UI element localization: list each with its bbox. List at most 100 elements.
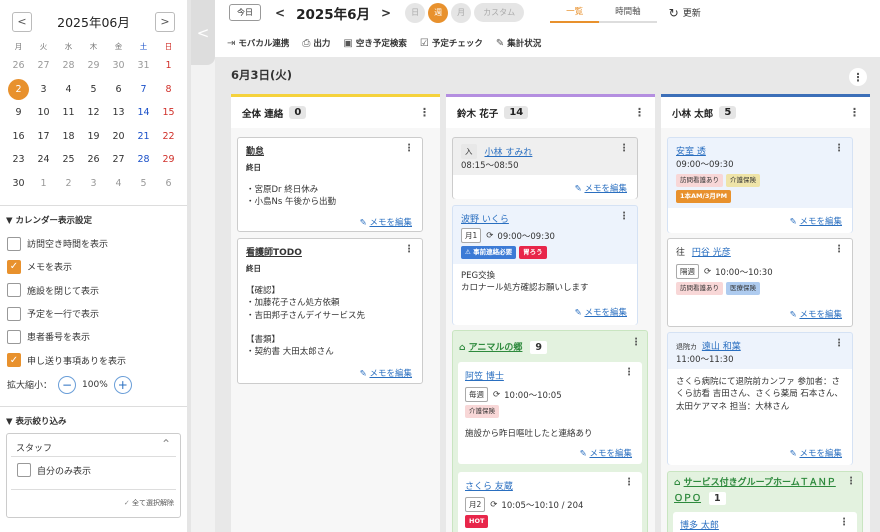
- option-handover[interactable]: ✓ 申し送り事項ありを表示: [0, 348, 187, 371]
- deselect-all-button[interactable]: ✓ 全て選択解除: [124, 498, 174, 508]
- prev-button[interactable]: <: [275, 6, 285, 20]
- group-menu-button[interactable]: ⋮: [846, 476, 856, 487]
- tab-timeline[interactable]: 時間軸: [599, 2, 657, 23]
- calendar-day[interactable]: 22: [156, 131, 181, 142]
- facility-name[interactable]: アニマルの郷: [469, 343, 523, 353]
- column-menu-button[interactable]: ⋮: [849, 106, 860, 119]
- zoom-in-button[interactable]: +: [113, 375, 132, 394]
- calendar-day[interactable]: 30: [106, 60, 131, 71]
- calendar-day[interactable]: 26: [6, 60, 31, 71]
- patient-name-link[interactable]: 阿笠 博士: [465, 369, 504, 382]
- facility-title[interactable]: ⌂ アニマルの郷 9: [459, 340, 548, 354]
- card-menu-button[interactable]: ⋮: [619, 143, 629, 154]
- edit-memo-link[interactable]: ✎ メモを編集: [575, 182, 627, 194]
- next-button[interactable]: >: [381, 6, 391, 20]
- group-menu-button[interactable]: ⋮: [631, 337, 641, 348]
- patient-name-link[interactable]: 円谷 光彦: [692, 248, 731, 258]
- calendar-day[interactable]: 5: [81, 84, 106, 95]
- zoom-out-button[interactable]: −: [58, 375, 77, 394]
- patient-name-link[interactable]: さくら 友蔵: [465, 479, 513, 492]
- option-one-line[interactable]: 予定を一行で表示: [0, 302, 187, 325]
- facility-title[interactable]: ⌂ サービス付きグループホームＴＡＮＰＯＰＯ 1: [674, 475, 844, 507]
- card-title[interactable]: 看護師TODO: [246, 245, 302, 258]
- calendar-day[interactable]: 17: [31, 131, 56, 142]
- calendar-day-selected[interactable]: 2: [8, 78, 29, 100]
- card-menu-button[interactable]: ⋮: [404, 244, 414, 255]
- calendar-day[interactable]: 15: [156, 107, 181, 118]
- card-menu-button[interactable]: ⋮: [834, 244, 844, 255]
- calendar-day[interactable]: 3: [81, 178, 106, 189]
- next-month-button[interactable]: >: [155, 11, 175, 32]
- visit-card[interactable]: 安室 透 ⋮ 09:00〜09:30 訪問看護あり 介護保険 1本AM/3月PM …: [667, 137, 853, 233]
- aggregate-link[interactable]: ✎ 集計状況: [496, 37, 541, 50]
- calendar-day[interactable]: 4: [106, 178, 131, 189]
- card-menu-button[interactable]: ⋮: [624, 477, 634, 488]
- visit-card[interactable]: 入小林 すみれ ⋮ 08:15〜08:50 ✎ メモを編集: [452, 137, 638, 199]
- option-show-memo[interactable]: ✓ メモを表示: [0, 255, 187, 278]
- tab-list[interactable]: 一覧: [550, 2, 600, 23]
- visit-card[interactable]: 波野 いくら ⋮ 月1 ⟳ 09:00〜09:30 ⚠ 事前連絡必要 胃ろう PEG交…: [452, 205, 638, 325]
- visit-card[interactable]: 阿笠 博士 ⋮ 毎週 ⟳ 10:00〜10:05 介護保険 施設から昨日嘔吐したと連…: [458, 362, 642, 464]
- edit-memo-link[interactable]: ✎ メモを編集: [580, 447, 632, 459]
- option-patient-number[interactable]: 患者番号を表示: [0, 325, 187, 348]
- card-menu-button[interactable]: ⋮: [619, 211, 629, 222]
- checkbox[interactable]: [7, 283, 21, 298]
- filter-title[interactable]: ▼ 表示絞り込み: [0, 407, 187, 433]
- calendar-day[interactable]: 31: [131, 60, 156, 71]
- settings-title[interactable]: ▼ カレンダー表示設定: [0, 206, 187, 232]
- patient-name-link[interactable]: 波野 いくら: [461, 212, 509, 225]
- calendar-day[interactable]: 8: [156, 84, 181, 95]
- custom-view-button[interactable]: カスタム: [474, 3, 525, 22]
- day-view-button[interactable]: 日: [405, 2, 426, 23]
- calendar-day[interactable]: 19: [81, 131, 106, 142]
- collapse-sidebar-button[interactable]: <: [191, 0, 215, 65]
- patient-name-link[interactable]: 安室 透: [676, 144, 706, 157]
- patient-name-link[interactable]: 遠山 和葉: [702, 342, 741, 352]
- calendar-day[interactable]: 7: [131, 84, 156, 95]
- calendar-day[interactable]: 18: [56, 131, 81, 142]
- visit-card[interactable]: さくら 友蔵 ⋮ 月2 ⟳ 10:05〜10:10 / 204 HOT: [458, 472, 642, 532]
- column-menu-button[interactable]: ⋮: [634, 106, 645, 119]
- today-button[interactable]: 今日: [229, 4, 261, 21]
- visit-card[interactable]: 博多 太郎 ⋮: [673, 512, 857, 532]
- edit-memo-link[interactable]: ✎ メモを編集: [360, 216, 412, 228]
- edit-memo-link[interactable]: ✎ メモを編集: [575, 306, 627, 318]
- vacant-search-link[interactable]: ▣ 空き予定検索: [343, 37, 406, 50]
- week-view-button[interactable]: 週: [428, 2, 449, 23]
- facility-name[interactable]: サービス付きグループホームＴＡＮＰＯＰＯ: [674, 478, 836, 504]
- column-menu-button[interactable]: ⋮: [419, 106, 430, 119]
- calendar-day[interactable]: 6: [106, 84, 131, 95]
- self-only-option[interactable]: 自分のみ表示: [10, 459, 91, 482]
- calendar-day[interactable]: 20: [106, 131, 131, 142]
- calendar-day[interactable]: 3: [31, 84, 56, 95]
- calendar-day[interactable]: 26: [81, 154, 106, 165]
- calendar-day[interactable]: 2: [56, 178, 81, 189]
- patient-name-link[interactable]: 博多 太郎: [680, 518, 719, 531]
- checkbox[interactable]: [7, 306, 21, 321]
- patient-name-link[interactable]: 小林 すみれ: [485, 145, 533, 158]
- calendar-day[interactable]: 1: [156, 60, 181, 71]
- calendar-day[interactable]: 29: [81, 60, 106, 71]
- calendar-day[interactable]: 25: [56, 154, 81, 165]
- memo-card[interactable]: 勤怠 ⋮ 終日 ・宮原Dr 終日休み ・小島Ns 午後から出勤 ✎ メモを編集: [237, 137, 423, 232]
- edit-memo-link[interactable]: ✎ メモを編集: [790, 447, 842, 459]
- checkbox-checked[interactable]: ✓: [7, 259, 21, 274]
- schedule-check-link[interactable]: ☑ 予定チェック: [420, 37, 483, 50]
- calendar-day[interactable]: 9: [6, 107, 31, 118]
- prev-month-button[interactable]: <: [12, 11, 32, 32]
- calendar-day[interactable]: 4: [56, 84, 81, 95]
- edit-memo-link[interactable]: ✎ メモを編集: [790, 308, 842, 320]
- calendar-day[interactable]: 23: [6, 154, 31, 165]
- option-vacant-time[interactable]: 訪問空き時間を表示: [0, 232, 187, 255]
- card-menu-button[interactable]: ⋮: [839, 517, 849, 528]
- edit-memo-link[interactable]: ✎ メモを編集: [790, 215, 842, 227]
- board-menu-button[interactable]: ⋮: [849, 68, 867, 86]
- card-menu-button[interactable]: ⋮: [834, 338, 844, 349]
- calendar-day[interactable]: 30: [6, 178, 31, 189]
- calendar-day[interactable]: 5: [131, 178, 156, 189]
- calendar-day[interactable]: 27: [106, 154, 131, 165]
- calendar-day[interactable]: 1: [31, 178, 56, 189]
- calendar-day[interactable]: 28: [131, 154, 156, 165]
- calendar-day[interactable]: 12: [81, 107, 106, 118]
- card-title[interactable]: 勤怠: [246, 144, 264, 157]
